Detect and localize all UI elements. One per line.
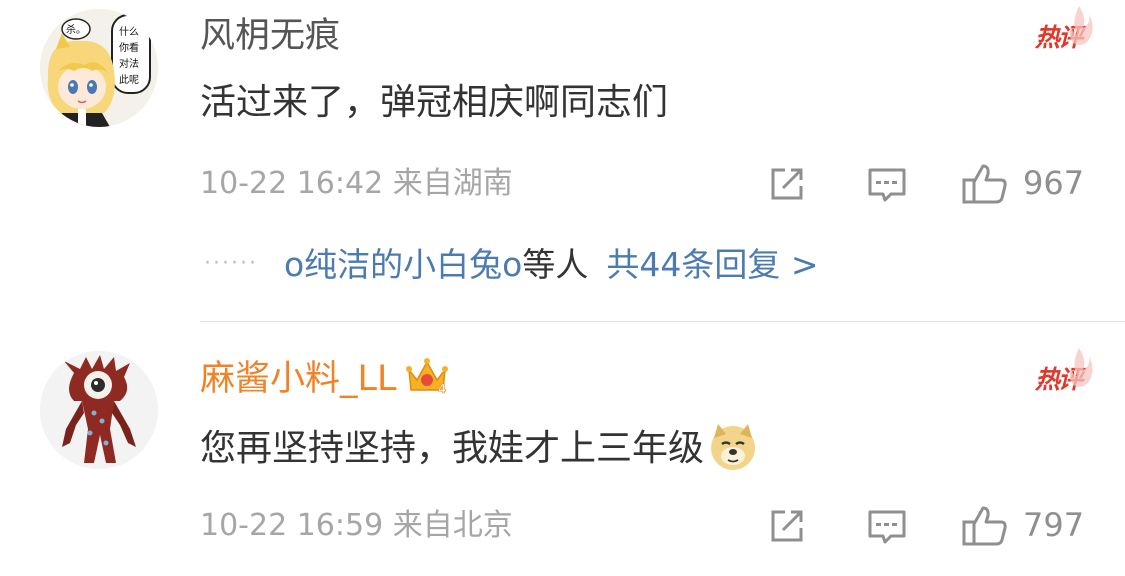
like-count: 797 — [1023, 506, 1085, 544]
thumbs-up-icon — [962, 164, 1007, 204]
share-button[interactable] — [765, 162, 809, 206]
flame-icon — [1069, 6, 1093, 45]
reply-total-link[interactable]: 共44条回复 > — [606, 245, 818, 284]
share-icon — [771, 510, 803, 542]
doge-emoji-icon — [711, 424, 756, 470]
username[interactable]: 麻酱小料_LL 4 — [200, 356, 449, 401]
flame-icon — [1069, 348, 1093, 387]
avatar-bubble-text: 对法 — [119, 57, 139, 70]
vip-level: 4 — [438, 382, 446, 396]
share-icon — [771, 168, 803, 200]
comment-meta: 10-22 16:59 来自北京 — [200, 508, 513, 543]
like-button[interactable]: 797 — [961, 504, 1091, 548]
reply-user-link[interactable]: o纯洁的小白兔o — [284, 245, 522, 284]
comment-feed: 什么 你看 对法 此呢 杀。 风枂无痕 热评 活过来了，弹冠相庆啊同志们 10-… — [0, 0, 1125, 576]
reply-button[interactable] — [865, 162, 909, 206]
comment-item: 麻酱小料_LL 4 热评 您再坚持坚持，我娃才上三年级 10-22 16:59 … — [0, 322, 1125, 576]
comment-text: 您再坚持坚持，我娃才上三年级 — [200, 422, 758, 472]
comment-text: 活过来了，弹冠相庆啊同志们 — [200, 82, 669, 123]
like-button[interactable]: 967 — [961, 162, 1091, 206]
avatar-bubble-text: 此呢 — [119, 73, 139, 86]
hot-comment-badge: 热评 — [1035, 6, 1093, 54]
avatar-bubble-small-text: 杀。 — [66, 23, 86, 36]
comment-item: 什么 你看 对法 此呢 杀。 风枂无痕 热评 活过来了，弹冠相庆啊同志们 10-… — [0, 0, 1125, 322]
vip-crown-icon: 4 — [405, 358, 448, 396]
comment-icon — [868, 168, 906, 202]
thumbs-up-icon — [962, 506, 1007, 546]
avatar[interactable] — [40, 351, 158, 469]
eyeball-monster-avatar-icon — [40, 351, 158, 469]
like-count: 967 — [1023, 164, 1085, 202]
comment-meta: 10-22 16:42 来自湖南 — [200, 166, 513, 201]
reply-middle-text: 等人 — [522, 245, 589, 284]
hot-comment-badge: 热评 — [1035, 348, 1093, 396]
reply-dots: ······ — [204, 251, 258, 276]
avatar-bubble-text: 你看 — [119, 41, 139, 54]
avatar[interactable]: 什么 你看 对法 此呢 杀。 — [40, 9, 158, 127]
comment-icon — [868, 510, 906, 544]
comment-text-content: 您再坚持坚持，我娃才上三年级 — [200, 428, 705, 469]
share-button[interactable] — [765, 504, 809, 548]
reply-button[interactable] — [865, 504, 909, 548]
avatar-bubble-text: 什么 — [119, 26, 139, 38]
username[interactable]: 风枂无痕 — [200, 14, 340, 58]
anime-girl-avatar-icon: 什么 你看 对法 此呢 杀。 — [40, 9, 158, 127]
username-text: 麻酱小料_LL — [200, 359, 397, 399]
reply-summary-link[interactable]: ······ o纯洁的小白兔o等人 共44条回复 > — [204, 242, 819, 287]
